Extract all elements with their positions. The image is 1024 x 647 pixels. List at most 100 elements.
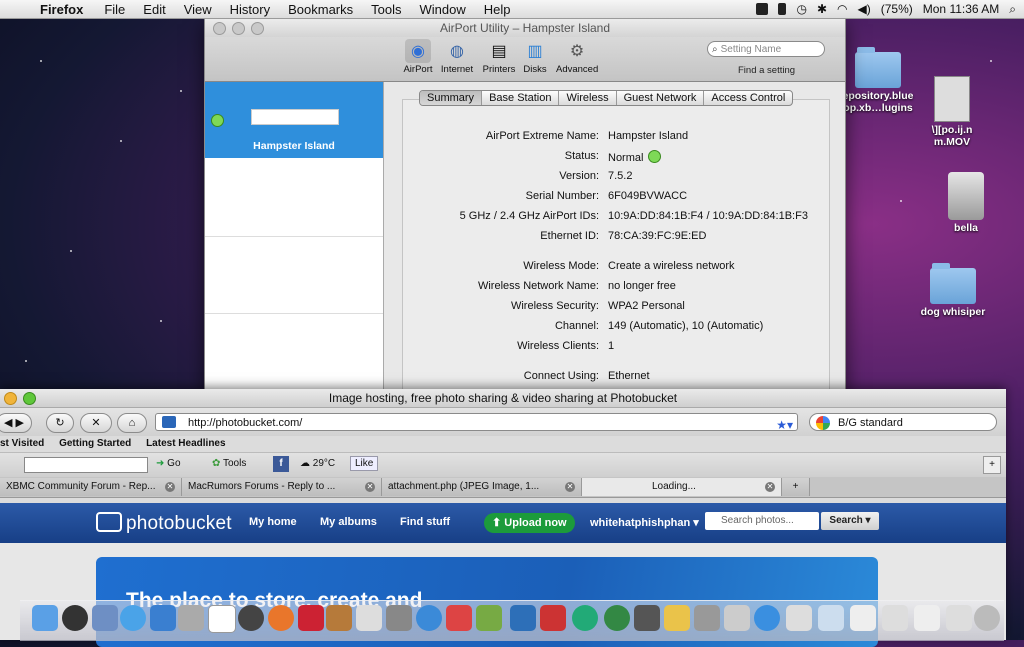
utility-icon[interactable] [356,605,382,631]
new-tab-button[interactable]: + [782,478,810,496]
app-icon[interactable] [540,605,566,631]
toolbar-advanced-button[interactable]: ⚙ Advanced [556,37,598,75]
finder-icon[interactable] [32,605,58,631]
weather-widget[interactable]: ☁ 29°C [300,458,335,469]
nav-my-albums[interactable]: My albums [320,516,377,528]
app-store-icon[interactable] [446,605,472,631]
url-bar[interactable]: http://photobucket.com/ ★▾ [155,413,798,434]
minimize-button[interactable] [4,392,17,405]
time-machine-icon[interactable]: ◷ [796,2,806,16]
menu-app-name[interactable]: Firefox [40,2,83,17]
spotlight-icon[interactable]: ⌕ [1009,2,1016,17]
app-icon[interactable] [572,605,598,631]
menu-tools[interactable]: Tools [371,2,401,17]
tab-summary[interactable]: Summary [420,91,483,105]
iphoto-icon[interactable] [326,605,352,631]
toolbar-disks-button[interactable]: ▥ Disks [515,37,555,75]
dashboard-icon[interactable] [62,605,88,631]
app-icon[interactable] [634,605,660,631]
status-app-icon[interactable] [756,3,769,15]
app-icon[interactable] [510,605,536,631]
menu-help[interactable]: Help [484,2,511,17]
back-forward-button[interactable]: ◀ ▶ [0,413,32,433]
close-icon[interactable]: ✕ [365,482,375,492]
zoom-button[interactable] [23,392,36,405]
app-icon[interactable] [664,605,690,631]
add-icon[interactable]: + [983,456,1001,474]
facebook-like-button[interactable]: Like [350,456,379,471]
menu-file[interactable]: File [104,2,125,17]
menu-history[interactable]: History [230,2,270,17]
browser-tab-active[interactable]: Loading... ✕ [582,478,782,496]
document-icon[interactable] [786,605,812,631]
close-icon[interactable]: ✕ [565,482,575,492]
phone-icon[interactable] [778,3,787,15]
menubar-clock[interactable]: Mon 11:36 AM [923,2,1000,16]
browser-tab[interactable]: attachment.php (JPEG Image, 1... ✕ [382,478,582,496]
utorrent-icon[interactable] [604,605,630,631]
desktop-drive-bella[interactable]: bella [923,172,1009,234]
bookmark-latest-headlines[interactable]: Latest Headlines [146,438,225,449]
stop-icon[interactable]: ✕ [80,413,112,433]
document-icon[interactable] [882,605,908,631]
browser-tab[interactable]: XBMC Community Forum - Rep... ✕ [0,478,182,496]
document-icon[interactable] [914,605,940,631]
airport-utility-icon[interactable] [754,605,780,631]
app-icon[interactable] [476,605,502,631]
device-list-item[interactable]: Hampster Island [205,82,383,158]
browser-tab[interactable]: MacRumors Forums - Reply to ... ✕ [182,478,382,496]
photo-search-button[interactable]: Search ▾ [821,512,879,530]
tab-base-station[interactable]: Base Station [482,91,560,105]
zoom-button[interactable] [251,22,264,35]
calendar-icon[interactable] [208,605,236,633]
bookmark-most-visited[interactable]: st Visited [0,438,44,449]
bookmark-getting-started[interactable]: Getting Started [59,438,131,449]
mail-icon[interactable] [150,605,176,631]
toolbar-airport-button[interactable]: ◉ AirPort [398,37,438,75]
facebook-icon[interactable]: f [273,456,289,472]
desktop-file-mov[interactable]: \][po.ij.n m.MOV [909,76,995,148]
safari-icon[interactable] [120,605,146,631]
time-machine-icon[interactable] [238,605,264,631]
tab-guest-network[interactable]: Guest Network [617,91,705,105]
upload-now-button[interactable]: ⬆ Upload now [484,513,575,533]
reload-icon[interactable]: ↻ [46,413,74,433]
close-icon[interactable]: ✕ [765,482,775,492]
close-button[interactable] [213,22,226,35]
itunes-icon[interactable] [416,605,442,631]
window-titlebar[interactable]: Image hosting, free photo sharing & vide… [0,389,1006,408]
tab-access-control[interactable]: Access Control [704,91,792,105]
addon-search-input[interactable] [24,457,148,473]
home-icon[interactable]: ⌂ [117,413,147,433]
go-button[interactable]: ➜ Go [156,458,181,469]
bookmark-star-icon[interactable]: ★▾ [776,416,793,434]
trash-icon[interactable] [974,605,1000,631]
preview-icon[interactable] [92,605,118,631]
document-icon[interactable] [946,605,972,631]
nav-find-stuff[interactable]: Find stuff [400,516,450,528]
app-icon[interactable] [694,605,720,631]
photobucket-logo[interactable]: photobucket [96,512,232,535]
menu-view[interactable]: View [184,2,212,17]
document-icon[interactable] [818,605,844,631]
tab-wireless[interactable]: Wireless [559,91,617,105]
toolbar-printers-button[interactable]: ▤ Printers [479,37,519,75]
bluetooth-icon[interactable]: ✱ [817,2,827,16]
tools-button[interactable]: ✿ Tools [212,458,246,469]
photobooth-icon[interactable] [298,605,324,631]
close-icon[interactable]: ✕ [165,482,175,492]
volume-icon[interactable]: ◀) [858,2,871,16]
terminal-icon[interactable] [386,605,412,631]
photo-search-input[interactable]: Search photos... [705,512,819,530]
menu-bookmarks[interactable]: Bookmarks [288,2,353,17]
app-icon[interactable] [724,605,750,631]
user-menu[interactable]: whitehatphishphan ▾ [590,516,699,529]
search-bar[interactable]: B/G standard [809,413,997,431]
window-titlebar[interactable]: AirPort Utility – Hampster Island [205,19,845,37]
wifi-icon[interactable]: ◠ [837,2,847,16]
menu-window[interactable]: Window [420,2,466,17]
desktop-folder-dog-whisiper[interactable]: dog whisiper [910,263,996,318]
battery-status[interactable]: (75%) [881,2,913,16]
minimize-button[interactable] [232,22,245,35]
document-icon[interactable] [850,605,876,631]
